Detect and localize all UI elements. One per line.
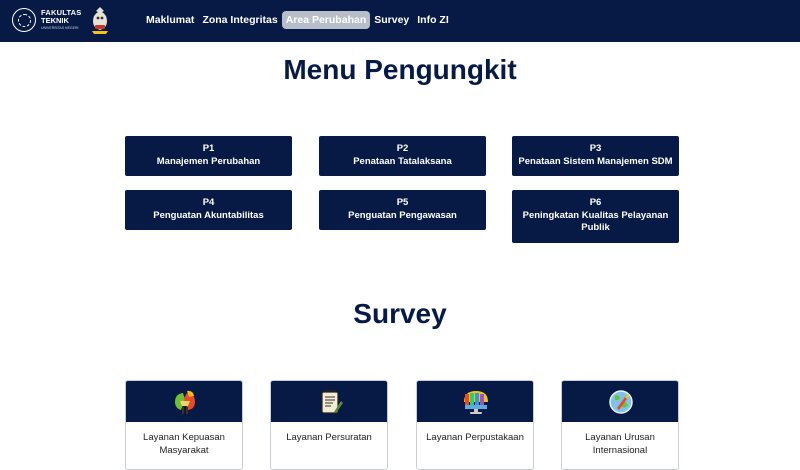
- university-emblem-icon: [12, 8, 36, 32]
- menu-code: P1: [202, 143, 215, 154]
- document-icon: [321, 389, 343, 414]
- menu-code: P6: [589, 197, 602, 208]
- card-label: Layanan Kepuasan Masyarakat: [143, 432, 225, 456]
- mascot-icon: [92, 7, 108, 34]
- menu-code: P4: [202, 197, 215, 208]
- survey-title: Survey: [353, 298, 447, 329]
- nav-item-zona-integritas[interactable]: Zona Integritas: [198, 11, 281, 29]
- menu-button-p4[interactable]: P4 Penguatan Akuntabilitas: [125, 190, 292, 230]
- survey-card-perpustakaan[interactable]: Layanan Perpustakaan: [416, 380, 534, 470]
- nav-item-area-perubahan[interactable]: Area Perubahan: [281, 11, 371, 29]
- main-nav: Maklumat Zona Integritas Area Perubahan …: [142, 11, 453, 29]
- card-label: Layanan Perpustakaan: [426, 432, 524, 443]
- nav-item-survey[interactable]: Survey: [370, 11, 413, 29]
- monitor-icon: [464, 391, 488, 414]
- card-header: [126, 381, 242, 422]
- menu-label: Penataan Tatalaksana: [353, 155, 452, 167]
- survey-card-persuratan[interactable]: Layanan Persuratan: [270, 380, 388, 470]
- logo-line2: TEKNIK: [41, 16, 69, 25]
- menu-label: Manajemen Perubahan: [156, 155, 261, 167]
- nav-item-info-zi[interactable]: Info ZI: [413, 11, 453, 29]
- globe-icon: [609, 390, 633, 414]
- menu-label: Penataan Sistem Manajemen SDM: [518, 155, 673, 167]
- menu-label: Penguatan Pengawasan: [348, 209, 457, 221]
- menu-button-p1[interactable]: P1 Manajemen Perubahan: [125, 136, 292, 176]
- menu-label: Penguatan Akuntabilitas: [153, 209, 264, 221]
- card-header: [271, 381, 387, 422]
- menu-button-p2[interactable]: P2 Penataan Tatalaksana: [319, 136, 486, 176]
- navbar: FAKULTAS TEKNIK UNIVERSITAS NEGERI Maklu…: [0, 0, 800, 42]
- survey-card-internasional[interactable]: Layanan Urusan Internasional: [561, 380, 679, 470]
- menu-label: Peningkatan Kualitas Pelayanan Publik: [522, 209, 669, 234]
- card-label: Layanan Persuratan: [286, 432, 372, 443]
- menu-pengungkit-title: Menu Pengungkit: [283, 54, 517, 85]
- menu-code: P3: [589, 143, 602, 154]
- card-header: [562, 381, 678, 422]
- menu-button-p5[interactable]: P5 Penguatan Pengawasan: [319, 190, 486, 230]
- logo-line3: UNIVERSITAS NEGERI: [41, 26, 79, 30]
- menu-code: P5: [396, 197, 409, 208]
- faculty-logo[interactable]: FAKULTAS TEKNIK UNIVERSITAS NEGERI: [12, 7, 112, 34]
- menu-code: P2: [396, 143, 409, 154]
- menu-button-p3[interactable]: P3 Penataan Sistem Manajemen SDM: [512, 136, 679, 176]
- menu-button-p6[interactable]: P6 Peningkatan Kualitas Pelayanan Publik: [512, 190, 679, 243]
- card-header: [417, 381, 533, 422]
- nav-item-maklumat[interactable]: Maklumat: [142, 11, 198, 29]
- card-label: Layanan Urusan Internasional: [585, 432, 655, 456]
- handshake-icon: [175, 390, 195, 414]
- survey-card-kepuasan[interactable]: Layanan Kepuasan Masyarakat: [125, 380, 243, 470]
